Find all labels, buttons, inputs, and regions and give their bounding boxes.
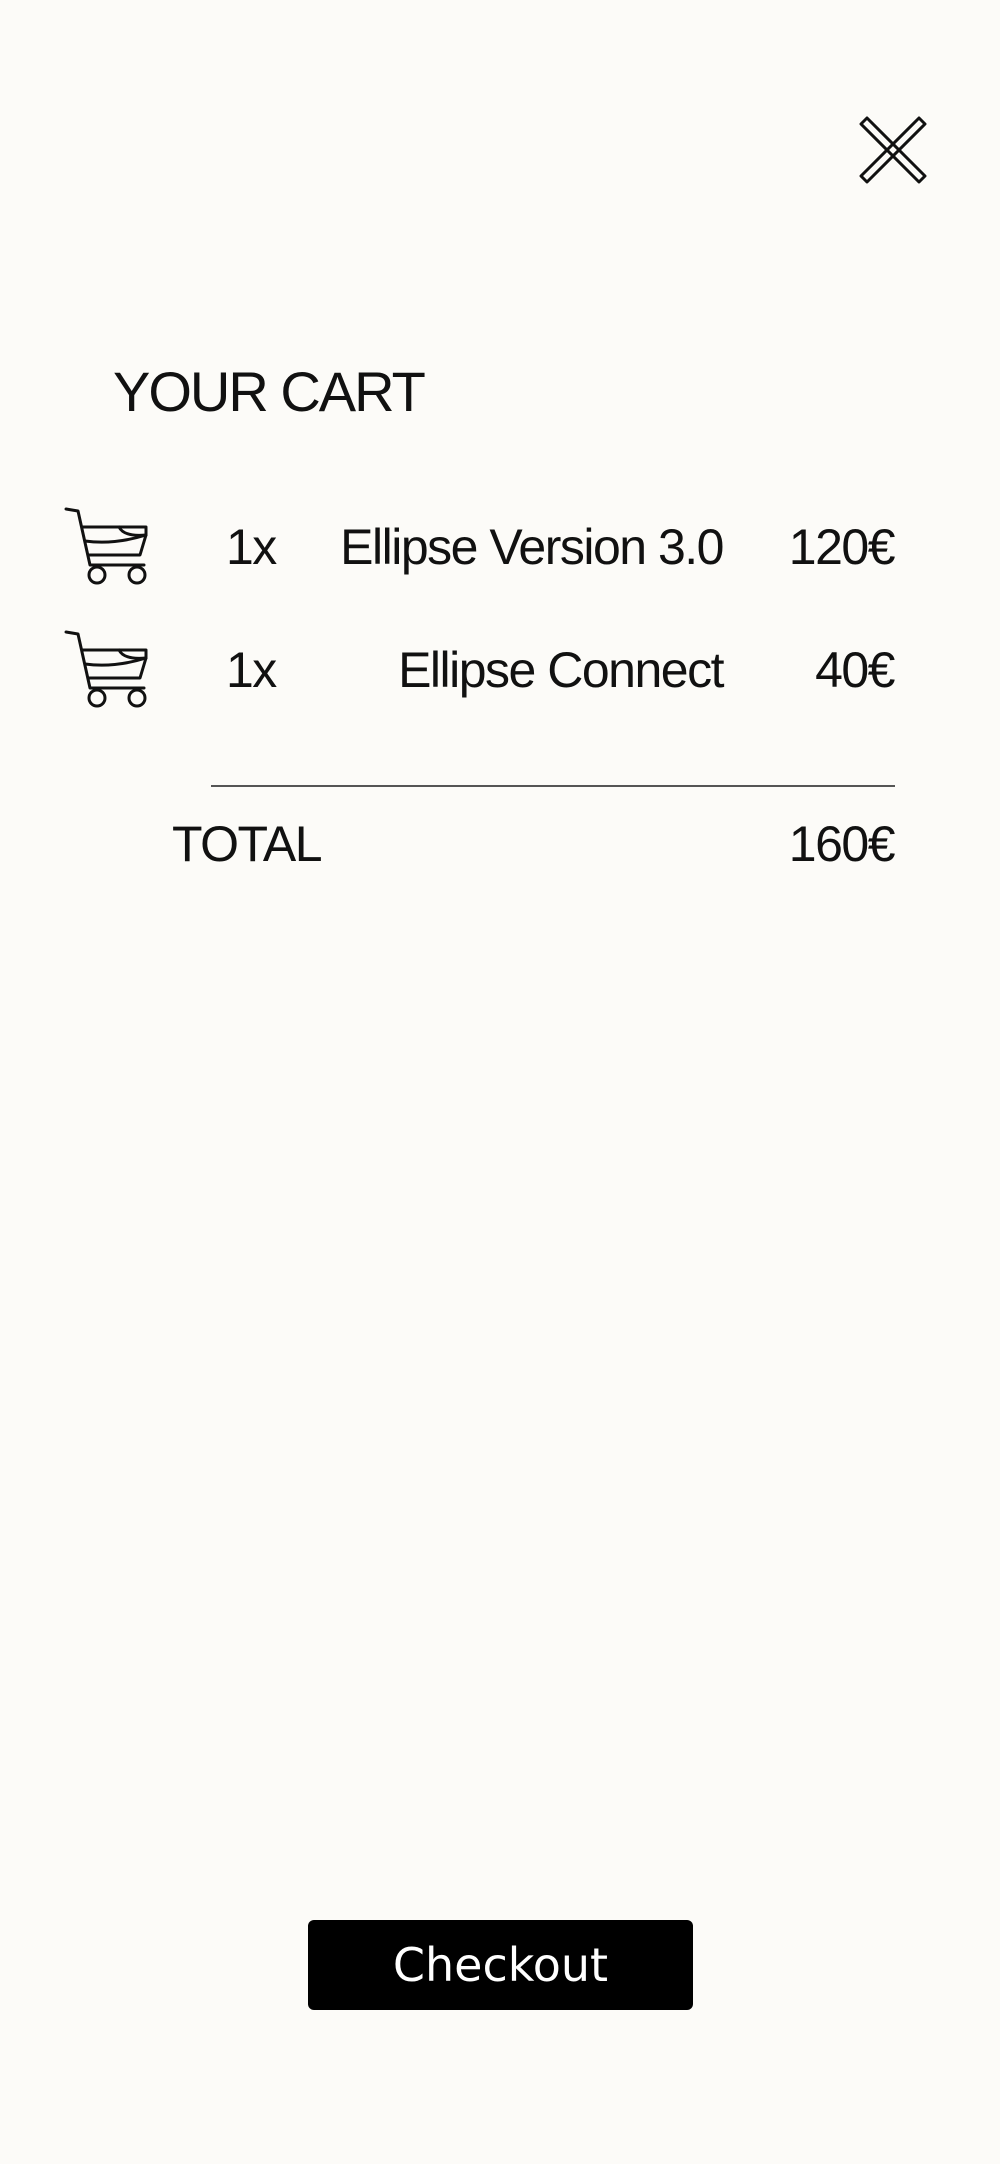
total-label: TOTAL bbox=[172, 816, 323, 872]
cart-item: 1x Ellipse Connect 40€ bbox=[0, 628, 1000, 718]
total-value: 160€ bbox=[788, 816, 896, 872]
total-divider bbox=[211, 785, 895, 787]
cart-item-name: Ellipse Version 3.0 bbox=[340, 519, 724, 575]
cart-title: YOUR CART bbox=[113, 360, 426, 423]
cart-item-name: Ellipse Connect bbox=[398, 642, 724, 698]
close-icon bbox=[859, 116, 927, 184]
cart-item: 1x Ellipse Version 3.0 120€ bbox=[0, 505, 1000, 595]
shopping-cart-icon[interactable] bbox=[64, 505, 154, 587]
cart-item-quantity: 1x bbox=[226, 642, 277, 698]
shopping-cart-icon[interactable] bbox=[64, 628, 154, 710]
checkout-button[interactable]: Checkout bbox=[308, 1920, 693, 2010]
cart-item-price: 40€ bbox=[815, 642, 895, 698]
cart-item-quantity: 1x bbox=[226, 519, 277, 575]
close-button[interactable] bbox=[855, 112, 931, 188]
cart-item-price: 120€ bbox=[788, 519, 896, 575]
